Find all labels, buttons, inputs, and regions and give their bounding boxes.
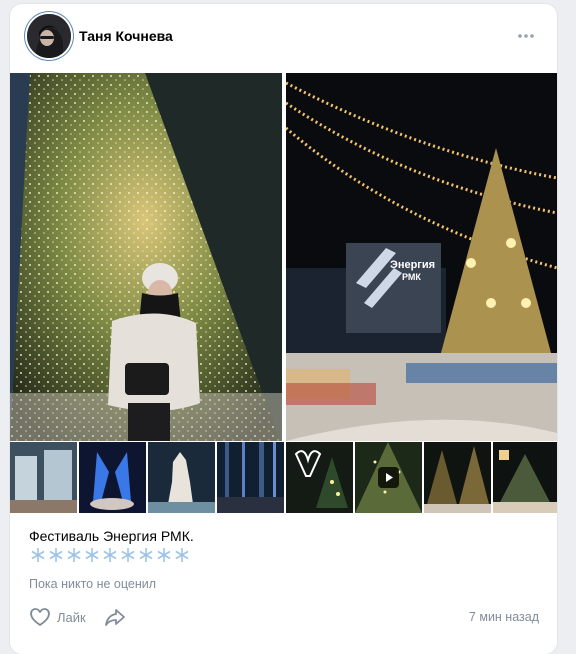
- play-icon[interactable]: [378, 467, 399, 488]
- snowflake-row: ❄️ ❄️ ❄️ ❄️ ❄️ ❄️ ❄️ ❄️ ❄️: [29, 546, 191, 564]
- snowflake-icon: ❄️: [31, 548, 45, 562]
- thumbnail-video-tree[interactable]: [355, 442, 422, 513]
- more-horizontal-icon[interactable]: [517, 27, 535, 45]
- likes-info: Пока никто не оценил: [29, 577, 157, 591]
- post-caption: Фестиваль Энергия РМК.: [29, 528, 194, 544]
- snowflake-icon: ❄️: [157, 548, 171, 562]
- thumbnail-snowy-tree[interactable]: [493, 442, 557, 513]
- photo-festival-night[interactable]: Энергия РМК: [286, 73, 557, 441]
- sign-rmk: РМК: [402, 272, 421, 282]
- author-name[interactable]: Таня Кочнева: [79, 28, 173, 44]
- snowflake-icon: ❄️: [85, 548, 99, 562]
- author-avatar[interactable]: [27, 14, 71, 58]
- thumbnail-light-deer[interactable]: [148, 442, 215, 513]
- thumbnail-blue-angel[interactable]: [79, 442, 146, 513]
- post-timestamp[interactable]: 7 мин назад: [469, 610, 539, 624]
- snowflake-icon: ❄️: [121, 548, 135, 562]
- snowflake-icon: ❄️: [67, 548, 81, 562]
- share-button[interactable]: [104, 606, 126, 628]
- post-card: Таня Кочнева Энергия РМК Фестиваль Энерг…: [10, 4, 557, 654]
- thumbnail-angel-tree[interactable]: [286, 442, 353, 513]
- photo-christmas-tree-portrait[interactable]: [10, 73, 282, 441]
- thumbnail-ice-sculpture[interactable]: [10, 442, 77, 513]
- snowflake-icon: ❄️: [103, 548, 117, 562]
- like-button[interactable]: Лайк: [29, 606, 86, 628]
- heart-outline-icon: [30, 608, 50, 626]
- sign-energiya: Энергия: [390, 259, 435, 271]
- share-arrow-icon: [105, 609, 125, 626]
- snowflake-icon: ❄️: [49, 548, 63, 562]
- like-label: Лайк: [57, 609, 86, 625]
- thumbnail-forest-lights[interactable]: [217, 442, 284, 513]
- snowflake-icon: ❄️: [175, 548, 189, 562]
- snowflake-icon: ❄️: [139, 548, 153, 562]
- thumbnail-lit-trees[interactable]: [424, 442, 491, 513]
